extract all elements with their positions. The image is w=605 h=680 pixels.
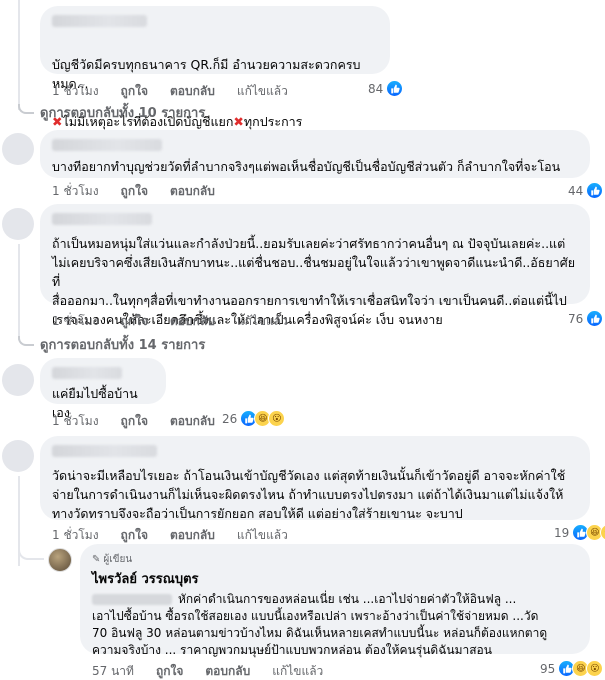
comment-actions: 1 ชั่วโมง ถูกใจ ตอบกลับ แก้ไขแล้ว (52, 312, 310, 331)
edited-label: แก้ไขแล้ว (236, 84, 288, 98)
comment-bubble: บัญชีวัดมีครบทุกธนาคาร QR.ก็มี อำนวยความ… (40, 6, 390, 129)
reply-button[interactable]: ตอบกลับ (170, 312, 215, 331)
comment-actions: 1 ชั่วโมง ถูกใจ ตอบกลับ (52, 182, 237, 201)
timestamp[interactable]: 1 ชั่วโมง (52, 182, 99, 201)
author-avatar[interactable] (48, 548, 72, 572)
like-button[interactable]: ถูกใจ (121, 82, 148, 101)
reaction-count[interactable]: 19 😆 😮 (554, 524, 605, 541)
reply-text: หักค่าดำเนินการของหล่อนเนี่ย เช่น ...เอา… (92, 592, 548, 657)
view-replies-label[interactable]: ดูการตอบกลับทั้ง 14 รายการ (40, 334, 205, 355)
comment-text: วัดน่าจะมีเหลือบไรเยอะ ถ้าโอนเงินเข้าบัญ… (52, 468, 566, 521)
blurred-author-name (52, 15, 147, 27)
author-name[interactable]: ไพรวัลย์ วรรณบุตร (92, 570, 578, 589)
timestamp[interactable]: 1 ชั่วโมง (52, 82, 99, 101)
reaction-count[interactable]: 26 😆 😮 (222, 410, 286, 427)
reply-hook (18, 540, 44, 560)
blurred-author-name (52, 445, 157, 457)
edited-label: แก้ไขแล้ว (236, 528, 288, 542)
like-button[interactable]: ถูกใจ (121, 526, 148, 545)
avatar[interactable] (2, 208, 34, 240)
thread-hook (18, 335, 34, 346)
like-button[interactable]: ถูกใจ (121, 412, 148, 431)
like-thumb-icon (586, 310, 604, 327)
author-badge: ✎ ผู้เขียน (92, 550, 578, 569)
thread-hook (18, 103, 34, 114)
reaction-count[interactable]: 84 (368, 80, 404, 97)
timestamp[interactable]: 1 ชั่วโมง (52, 312, 99, 331)
timestamp[interactable]: 1 ชั่วโมง (52, 412, 99, 431)
wow-emoji-icon: 😮 (268, 410, 286, 427)
pen-icon: ✎ (92, 554, 101, 565)
blurred-author-name (52, 367, 122, 379)
avatar[interactable] (2, 440, 34, 472)
avatar[interactable] (2, 364, 34, 396)
blurred-author-name (52, 213, 152, 225)
like-thumb-icon (386, 80, 404, 97)
reply-button[interactable]: ตอบกลับ (170, 526, 215, 545)
comment-actions: 1 ชั่วโมง ถูกใจ ตอบกลับ แก้ไขแล้ว (52, 82, 310, 101)
reaction-count[interactable]: 44 (568, 182, 604, 199)
like-button[interactable]: ถูกใจ (121, 312, 148, 331)
comment-bubble: แค่ยืมไปซื้อบ้านเอง (40, 358, 166, 420)
thread-line (18, 0, 20, 110)
comment-bubble: บางทีอยากทำบุญช่วยวัดที่ลำบากจริงๆแต่พอเ… (40, 130, 590, 178)
reply-actions: 57 นาที ถูกใจ ตอบกลับ แก้ไขแล้ว (92, 662, 345, 680)
edited-label: แก้ไขแล้ว (236, 314, 288, 328)
wow-emoji-icon: 😮 (600, 524, 605, 541)
blurred-author-name (52, 139, 162, 151)
comment-text: บางทีอยากทำบุญช่วยวัดที่ลำบากจริงๆแต่พอเ… (52, 159, 561, 174)
view-replies-link[interactable]: ดูการตอบกลับทั้ง 14 รายการ (18, 334, 205, 355)
reply-bubble: ✎ ผู้เขียน ไพรวัลย์ วรรณบุตร หักค่าดำเนิ… (80, 544, 590, 657)
reply-button[interactable]: ตอบกลับ (170, 182, 215, 201)
edited-label: แก้ไขแล้ว (272, 664, 324, 678)
blurred-mention (92, 594, 172, 605)
comment-bubble: ถ้าเป็นหมอหนุ่มใส่แว่นและกำลังป่วยนี้..ย… (40, 204, 590, 327)
like-thumb-icon (586, 182, 604, 199)
like-button[interactable]: ถูกใจ (156, 662, 183, 680)
reply-button[interactable]: ตอบกลับ (170, 82, 215, 101)
author-badge-label: ผู้เขียน (103, 554, 133, 565)
timestamp[interactable]: 1 ชั่วโมง (52, 526, 99, 545)
reaction-count[interactable]: 95 😆 😮 (540, 660, 604, 677)
comment-actions: 1 ชั่วโมง ถูกใจ ตอบกลับ แก้ไขแล้ว (52, 526, 310, 545)
avatar[interactable] (2, 133, 34, 165)
wow-emoji-icon: 😮 (586, 660, 604, 677)
red-x-icon: ✖ (233, 114, 244, 129)
view-replies-link[interactable]: ดูการตอบกลับทั้ง 10 รายการ (18, 102, 205, 123)
like-button[interactable]: ถูกใจ (121, 182, 148, 201)
reply-button[interactable]: ตอบกลับ (170, 412, 215, 431)
reply-button[interactable]: ตอบกลับ (205, 662, 250, 680)
thread-line (18, 244, 20, 340)
reaction-count[interactable]: 76 (568, 310, 604, 327)
comment-actions: 1 ชั่วโมง ถูกใจ ตอบกลับ (52, 412, 237, 431)
view-replies-label[interactable]: ดูการตอบกลับทั้ง 10 รายการ (40, 102, 205, 123)
timestamp[interactable]: 57 นาที (92, 662, 134, 680)
comment-bubble: วัดน่าจะมีเหลือบไรเยอะ ถ้าโอนเงินเข้าบัญ… (40, 436, 590, 521)
